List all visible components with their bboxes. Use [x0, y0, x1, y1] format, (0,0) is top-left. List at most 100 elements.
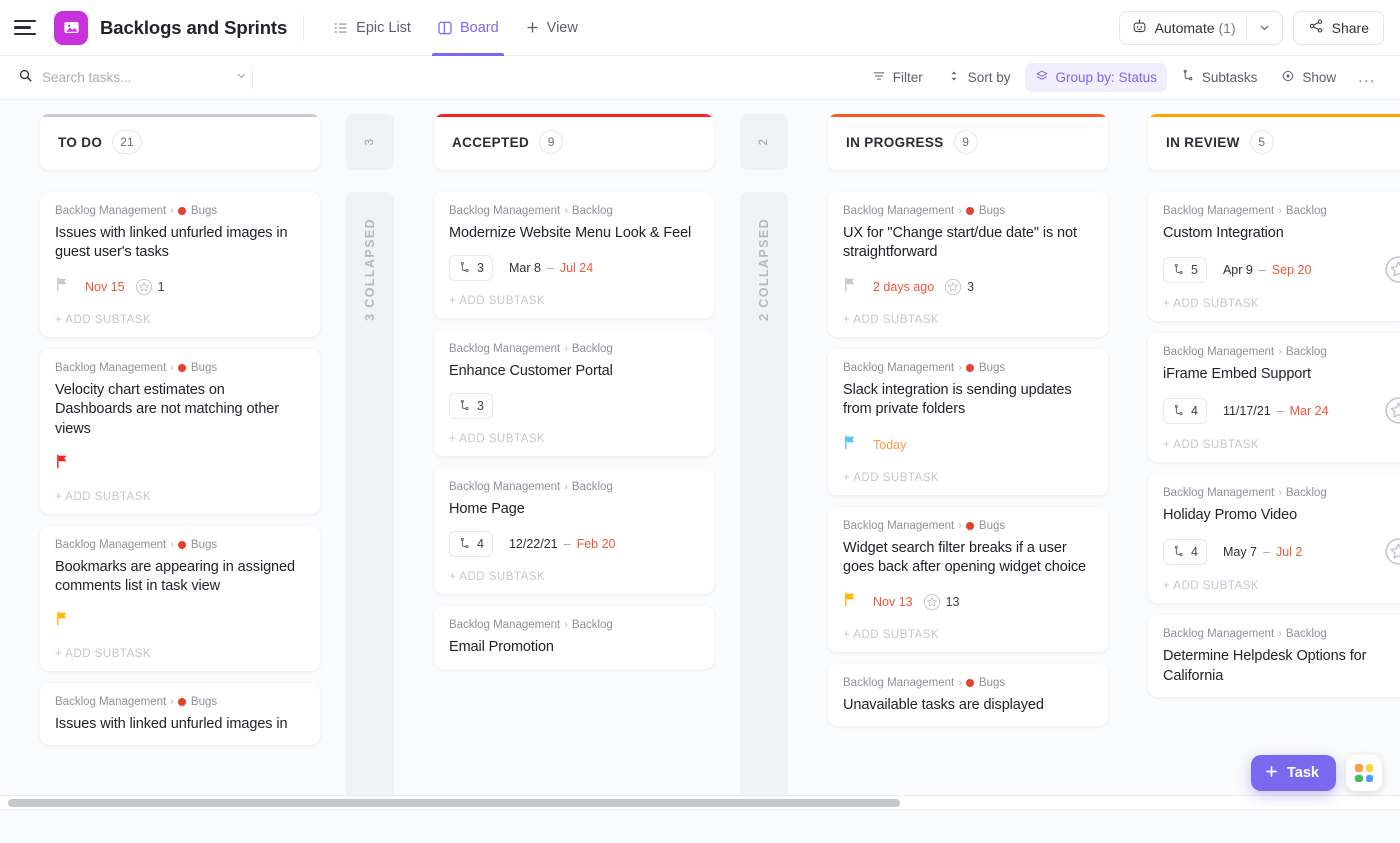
group-by-button[interactable]: Group by: Status [1025, 63, 1167, 92]
task-title[interactable]: Unavailable tasks are displayed [843, 696, 1093, 715]
lane-header[interactable]: IN PROGRESS 9 [828, 114, 1108, 170]
add-subtask-button[interactable]: + ADD SUBTASK [1163, 439, 1400, 451]
collapsed-lane[interactable]: 3 3 COLLAPSED › [346, 114, 394, 843]
add-subtask-button[interactable]: + ADD SUBTASK [1163, 580, 1400, 592]
task-card[interactable]: Backlog Management › Backlog Enhance Cus… [434, 330, 714, 456]
scrollbar-thumb[interactable] [8, 799, 900, 807]
task-card[interactable]: Backlog Management › Bugs Issues with li… [40, 192, 320, 337]
new-task-button[interactable]: Task [1251, 755, 1336, 791]
hamburger-icon[interactable] [14, 15, 40, 41]
story-points[interactable]: 1 [135, 278, 165, 296]
sort-by-button[interactable]: Sort by [937, 63, 1021, 92]
task-card[interactable]: Backlog Management › Bugs Slack integrat… [828, 349, 1108, 494]
story-points[interactable]: 13 [923, 593, 960, 611]
date-range[interactable]: May 7 – Jul 2 [1223, 545, 1302, 559]
task-title[interactable]: Widget search filter breaks if a user go… [843, 539, 1093, 577]
due-date[interactable]: Nov 13 [873, 595, 913, 609]
task-card[interactable]: Backlog Management › Backlog Home Page 4… [434, 468, 714, 594]
add-subtask-button[interactable]: + ADD SUBTASK [449, 433, 699, 445]
breadcrumb[interactable]: Backlog Management › Bugs [55, 362, 305, 374]
breadcrumb[interactable]: Backlog Management › Bugs [843, 520, 1093, 532]
priority-flag[interactable] [55, 454, 69, 474]
image-icon[interactable] [54, 11, 88, 45]
lane-header[interactable]: IN REVIEW 5 [1148, 114, 1400, 170]
add-subtask-button[interactable]: + ADD SUBTASK [55, 314, 305, 326]
task-title[interactable]: iFrame Embed Support [1163, 365, 1400, 384]
subtasks-button[interactable]: Subtasks [1171, 63, 1268, 92]
subtask-count-badge[interactable]: 3 [449, 393, 493, 419]
due-date[interactable]: Nov 15 [85, 280, 125, 294]
priority-flag[interactable] [843, 435, 857, 455]
search-box[interactable] [18, 68, 248, 88]
breadcrumb[interactable]: Backlog Management › Bugs [843, 677, 1093, 689]
date-range[interactable]: Apr 9 – Sep 20 [1223, 263, 1311, 277]
task-title[interactable]: Home Page [449, 500, 699, 519]
subtask-count-badge[interactable]: 4 [1163, 398, 1207, 424]
add-subtask-button[interactable]: + ADD SUBTASK [843, 629, 1093, 641]
show-button[interactable]: Show [1271, 63, 1346, 92]
share-button[interactable]: Share [1293, 11, 1384, 45]
task-card[interactable]: Backlog Management › Bugs Widget search … [828, 507, 1108, 652]
task-title[interactable]: Issues with linked unfurled images in gu… [55, 224, 305, 262]
lane-header[interactable]: ACCEPTED 9 [434, 114, 714, 170]
filter-button[interactable]: Filter [862, 63, 933, 92]
task-card[interactable]: Backlog Management › Backlog Custom Inte… [1148, 192, 1400, 321]
automate-button[interactable]: Automate (1) [1119, 11, 1283, 45]
task-card[interactable]: Backlog Management › Backlog iFrame Embe… [1148, 333, 1400, 462]
task-card[interactable]: Backlog Management › Bugs Issues with li… [40, 683, 320, 745]
breadcrumb[interactable]: Backlog Management › Backlog [449, 205, 699, 217]
task-title[interactable]: Modernize Website Menu Look & Feel [449, 224, 699, 243]
breadcrumb[interactable]: Backlog Management › Backlog [1163, 487, 1400, 499]
date-range[interactable]: 12/22/21 – Feb 20 [509, 537, 616, 551]
breadcrumb[interactable]: Backlog Management › Bugs [55, 696, 305, 708]
add-subtask-button[interactable]: + ADD SUBTASK [843, 314, 1093, 326]
tab-add-view[interactable]: View [512, 0, 591, 56]
task-title[interactable]: Email Promotion [449, 638, 699, 657]
due-date[interactable]: Today [873, 438, 906, 452]
breadcrumb[interactable]: Backlog Management › Backlog [1163, 205, 1400, 217]
add-subtask-button[interactable]: + ADD SUBTASK [55, 491, 305, 503]
search-input[interactable] [42, 70, 202, 85]
task-card[interactable]: Backlog Management › Backlog Determine H… [1148, 615, 1400, 696]
task-title[interactable]: Holiday Promo Video [1163, 506, 1400, 525]
story-points[interactable]: 3 [944, 278, 974, 296]
add-subtask-button[interactable]: + ADD SUBTASK [55, 648, 305, 660]
due-date[interactable]: 2 days ago [873, 280, 934, 294]
breadcrumb[interactable]: Backlog Management › Backlog [1163, 346, 1400, 358]
breadcrumb[interactable]: Backlog Management › Backlog [449, 343, 699, 355]
task-title[interactable]: Custom Integration [1163, 224, 1400, 243]
task-card[interactable]: Backlog Management › Bugs Velocity chart… [40, 349, 320, 513]
avatar[interactable] [1384, 537, 1400, 566]
breadcrumb[interactable]: Backlog Management › Bugs [55, 539, 305, 551]
tab-epic-list[interactable]: Epic List [320, 0, 424, 56]
apps-grid-icon[interactable] [1346, 755, 1382, 791]
date-range[interactable]: Mar 8 – Jul 24 [509, 261, 593, 275]
chevron-down-icon[interactable] [1249, 21, 1280, 34]
subtask-count-badge[interactable]: 4 [449, 531, 493, 557]
task-card[interactable]: Backlog Management › Bugs Unavailable ta… [828, 664, 1108, 726]
priority-flag[interactable] [55, 611, 69, 631]
task-card[interactable]: Backlog Management › Backlog Modernize W… [434, 192, 714, 318]
priority-flag[interactable] [55, 277, 69, 297]
subtask-count-badge[interactable]: 5 [1163, 257, 1207, 283]
tab-board[interactable]: Board [424, 0, 512, 56]
subtask-count-badge[interactable]: 4 [1163, 539, 1207, 565]
date-range[interactable]: 11/17/21 – Mar 24 [1223, 404, 1329, 418]
avatar[interactable] [1384, 255, 1400, 284]
task-title[interactable]: Bookmarks are appearing in assigned comm… [55, 558, 305, 596]
add-subtask-button[interactable]: + ADD SUBTASK [843, 472, 1093, 484]
breadcrumb[interactable]: Backlog Management › Backlog [449, 619, 699, 631]
collapsed-lane-header[interactable]: 3 [346, 114, 394, 170]
collapsed-lane-body[interactable]: 2 COLLAPSED › [740, 192, 788, 843]
chevron-down-icon[interactable] [235, 69, 248, 87]
breadcrumb[interactable]: Backlog Management › Bugs [843, 362, 1093, 374]
task-card[interactable]: Backlog Management › Backlog Holiday Pro… [1148, 474, 1400, 603]
horizontal-scrollbar[interactable] [0, 795, 1400, 809]
priority-flag[interactable] [843, 592, 857, 612]
task-title[interactable]: Determine Helpdesk Options for Californi… [1163, 647, 1400, 685]
task-title[interactable]: Velocity chart estimates on Dashboards a… [55, 381, 305, 438]
breadcrumb[interactable]: Backlog Management › Backlog [449, 481, 699, 493]
add-subtask-button[interactable]: + ADD SUBTASK [1163, 298, 1400, 310]
add-subtask-button[interactable]: + ADD SUBTASK [449, 571, 699, 583]
task-title[interactable]: UX for "Change start/due date" is not st… [843, 224, 1093, 262]
